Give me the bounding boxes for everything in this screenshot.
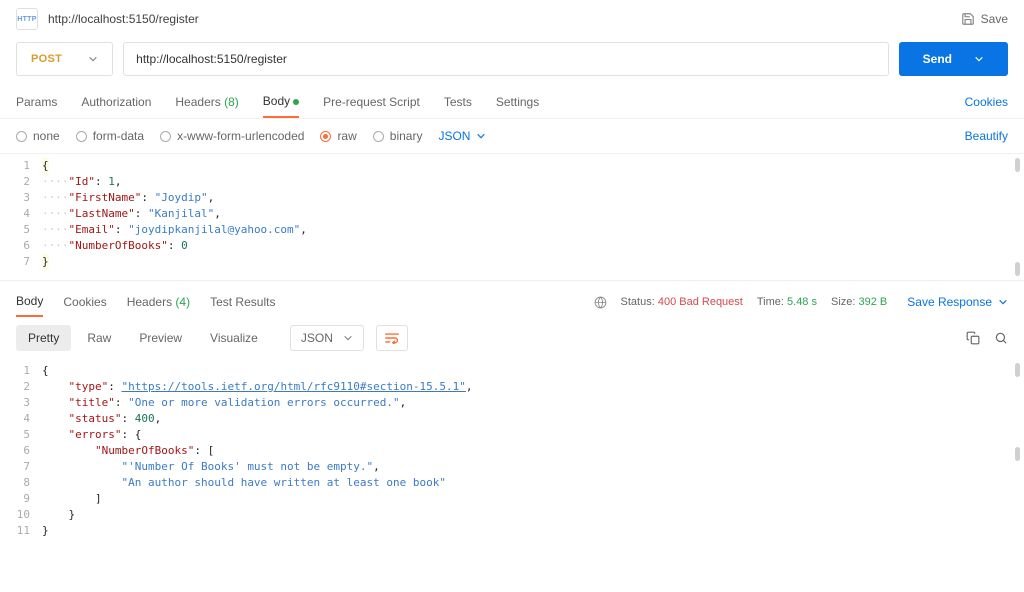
radio-icon (373, 131, 384, 142)
request-url-value: http://localhost:5150/register (136, 52, 287, 66)
save-label: Save (981, 12, 1008, 26)
tab-authorization[interactable]: Authorization (81, 87, 151, 117)
copy-icon[interactable] (966, 331, 980, 345)
save-button[interactable]: Save (961, 12, 1008, 26)
body-raw-type-select[interactable]: JSON (438, 129, 486, 143)
http-method-value: POST (31, 53, 62, 65)
time-block: Time: 5.48 s (757, 296, 817, 308)
radio-icon (76, 131, 87, 142)
tab-headers-label: Headers (175, 95, 220, 109)
status-block: Status: 400 Bad Request (621, 296, 743, 308)
scrollbar[interactable] (1015, 262, 1020, 276)
body-type-raw[interactable]: raw (320, 129, 356, 143)
globe-icon[interactable] (594, 296, 607, 309)
tab-tests[interactable]: Tests (444, 87, 472, 117)
request-body-editor[interactable]: 1{ 2····"Id": 1, 3····"FirstName": "Joyd… (0, 154, 1024, 280)
tab-pre-request[interactable]: Pre-request Script (323, 87, 420, 117)
chevron-down-icon (476, 131, 486, 141)
line-wrap-button[interactable] (376, 325, 408, 351)
response-type-select[interactable]: JSON (290, 325, 364, 351)
resp-tab-headers[interactable]: Headers (4) (127, 288, 190, 316)
chevron-down-icon (998, 297, 1008, 307)
size-block: Size: 392 B (831, 296, 887, 308)
beautify-button[interactable]: Beautify (965, 129, 1008, 143)
chevron-down-icon (974, 54, 984, 64)
tab-headers-count: (8) (224, 95, 239, 109)
resp-tab-body[interactable]: Body (16, 287, 43, 317)
tab-params[interactable]: Params (16, 87, 57, 117)
modified-dot-icon (293, 99, 299, 105)
body-type-urlencoded[interactable]: x-www-form-urlencoded (160, 129, 304, 143)
search-icon[interactable] (994, 331, 1008, 345)
request-tab-title: http://localhost:5150/register (48, 12, 199, 26)
view-pretty[interactable]: Pretty (16, 325, 71, 351)
scrollbar[interactable] (1015, 447, 1020, 461)
resp-tab-test-results[interactable]: Test Results (210, 288, 275, 316)
http-method-select[interactable]: POST (16, 42, 113, 76)
tab-headers[interactable]: Headers (8) (175, 87, 238, 117)
radio-icon (160, 131, 171, 142)
tab-settings[interactable]: Settings (496, 87, 539, 117)
send-button[interactable]: Send (899, 42, 1008, 76)
response-body-editor[interactable]: 1{ 2 "type": "https://tools.ietf.org/htm… (0, 359, 1024, 543)
body-type-binary[interactable]: binary (373, 129, 423, 143)
cookies-link[interactable]: Cookies (965, 95, 1008, 109)
scrollbar[interactable] (1015, 363, 1020, 377)
scrollbar[interactable] (1015, 158, 1020, 172)
body-type-formdata[interactable]: form-data (76, 129, 144, 143)
radio-icon (320, 131, 331, 142)
view-visualize[interactable]: Visualize (198, 325, 270, 351)
resp-tab-cookies[interactable]: Cookies (63, 288, 106, 316)
request-url-input[interactable]: http://localhost:5150/register (123, 42, 889, 76)
save-icon (961, 12, 975, 26)
view-raw[interactable]: Raw (75, 325, 123, 351)
chevron-down-icon (88, 54, 98, 64)
line-wrap-icon (385, 332, 399, 344)
radio-icon (16, 131, 27, 142)
http-method-badge: HTTP (16, 8, 38, 30)
tab-body-label: Body (263, 94, 290, 108)
chevron-down-icon (343, 333, 353, 343)
tab-body[interactable]: Body (263, 86, 299, 118)
body-type-none[interactable]: none (16, 129, 60, 143)
save-response-button[interactable]: Save Response (907, 295, 1008, 309)
view-preview[interactable]: Preview (127, 325, 194, 351)
send-label: Send (923, 52, 952, 66)
